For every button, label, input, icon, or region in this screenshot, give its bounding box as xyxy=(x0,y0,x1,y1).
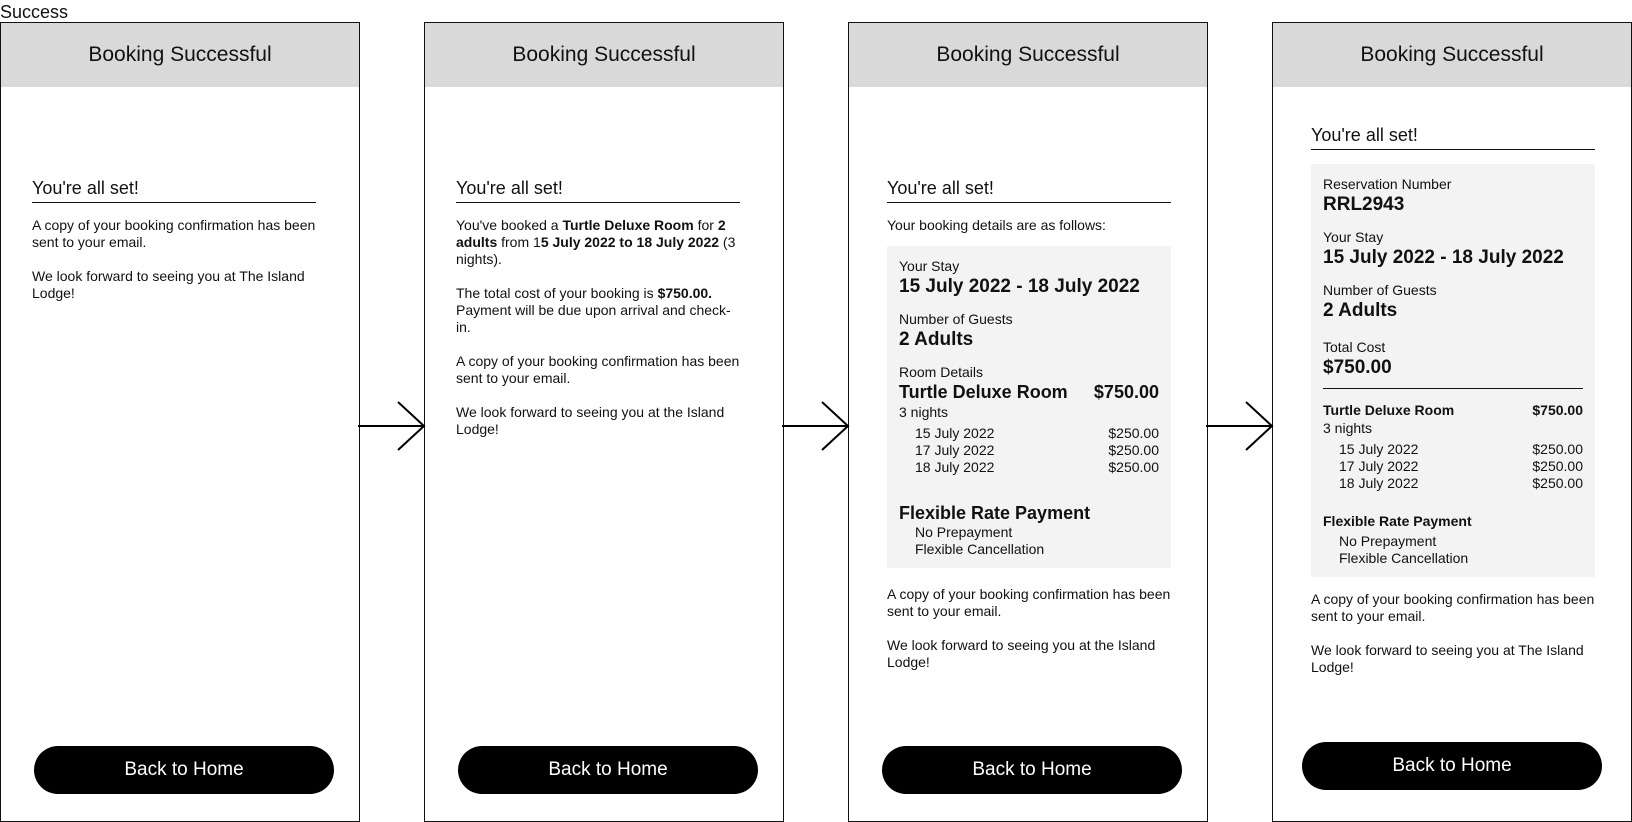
nights-count: 3 nights xyxy=(899,404,949,420)
night-price: $250.00 xyxy=(1108,425,1159,441)
heading: You're all set! xyxy=(456,176,740,203)
rate-item: Flexible Cancellation xyxy=(1339,550,1469,566)
night-row: 15 July 2022 $250.00 xyxy=(899,425,1159,442)
screen-4: Booking Successful You're all set! Reser… xyxy=(1272,22,1632,822)
total-value: $750.00 xyxy=(1323,357,1392,378)
reservation-label: Reservation Number xyxy=(1323,176,1452,192)
nights-count: 3 nights xyxy=(1323,420,1373,436)
flow-arrow-icon xyxy=(358,401,426,451)
back-to-home-button[interactable]: Back to Home xyxy=(882,746,1182,794)
screen-body: You're all set! You've booked a Turtle D… xyxy=(456,176,740,455)
booking-summary-text: You've booked a Turtle Deluxe Room for 2… xyxy=(456,217,740,268)
night-date: 15 July 2022 xyxy=(1339,441,1419,457)
heading: You're all set! xyxy=(887,176,1171,203)
night-row: 15 July 2022 $250.00 xyxy=(1323,441,1583,458)
night-price: $250.00 xyxy=(1108,442,1159,458)
room-name: Turtle Deluxe Room xyxy=(899,382,1068,402)
confirmation-text: A copy of your booking confirmation has … xyxy=(32,217,316,250)
confirmation-text: A copy of your booking confirmation has … xyxy=(456,353,740,386)
screen-header: Booking Successful xyxy=(1,23,359,87)
screen-body: You're all set! A copy of your booking c… xyxy=(32,176,316,319)
night-date: 18 July 2022 xyxy=(915,459,995,475)
screen-body: You're all set! Your booking details are… xyxy=(887,176,1171,688)
room-row: Turtle Deluxe Room $750.00 xyxy=(1323,401,1583,419)
closing-text: We look forward to seeing you at the Isl… xyxy=(456,404,725,437)
intro-text: Your booking details are as follows: xyxy=(887,217,1106,233)
closing-text: We look forward to seeing you at The Isl… xyxy=(32,268,305,301)
closing-text: We look forward to seeing you at The Isl… xyxy=(1311,642,1584,675)
confirmation-text: A copy of your booking confirmation has … xyxy=(887,586,1171,619)
stay-dates: 5 July 2022 to 18 July 2022 xyxy=(540,234,720,250)
rate-item: No Prepayment xyxy=(1339,533,1437,549)
night-row: 18 July 2022 $250.00 xyxy=(899,459,1159,476)
stay-label: Your Stay xyxy=(1323,229,1384,245)
flow-arrow-icon xyxy=(782,401,850,451)
rate-item: No Prepayment xyxy=(915,524,1013,540)
screen-header: Booking Successful xyxy=(425,23,783,87)
room-price: $750.00 xyxy=(1532,402,1583,418)
text-fragment: from 1 xyxy=(497,234,541,250)
screen-header: Booking Successful xyxy=(849,23,1207,87)
heading: You're all set! xyxy=(1311,123,1595,150)
night-date: 18 July 2022 xyxy=(1339,475,1419,491)
back-to-home-button[interactable]: Back to Home xyxy=(34,746,334,794)
booking-details-card: Your Stay 15 July 2022 - 18 July 2022 Nu… xyxy=(887,246,1171,568)
room-name: Turtle Deluxe Room xyxy=(1323,402,1455,418)
screen-2: Booking Successful You're all set! You'v… xyxy=(424,22,784,822)
page-label: Success xyxy=(0,2,69,22)
night-price: $250.00 xyxy=(1532,441,1583,457)
back-to-home-button[interactable]: Back to Home xyxy=(1302,742,1602,790)
closing-text: We look forward to seeing you at the Isl… xyxy=(887,637,1156,670)
night-row: 17 July 2022 $250.00 xyxy=(899,442,1159,459)
night-date: 17 July 2022 xyxy=(915,442,995,458)
confirmation-text: A copy of your booking confirmation has … xyxy=(1311,591,1595,624)
rate-title: Flexible Rate Payment xyxy=(1323,513,1472,529)
cost-text: The total cost of your booking is $750.0… xyxy=(456,285,740,336)
stay-label: Your Stay xyxy=(899,258,960,274)
guests-value: 2 Adults xyxy=(1323,300,1398,321)
stay-value: 15 July 2022 - 18 July 2022 xyxy=(899,276,1140,297)
heading: You're all set! xyxy=(32,176,316,203)
booking-details-card: Reservation Number RRL2943 Your Stay 15 … xyxy=(1311,164,1595,577)
screen-body: You're all set! Reservation Number RRL29… xyxy=(1311,123,1595,693)
guests-value: 2 Adults xyxy=(899,329,974,350)
screen-header: Booking Successful xyxy=(1273,23,1631,87)
night-date: 15 July 2022 xyxy=(915,425,995,441)
room-row: Turtle Deluxe Room $750.00 xyxy=(899,381,1159,403)
total-cost: $750.00. xyxy=(657,285,713,301)
night-row: 18 July 2022 $250.00 xyxy=(1323,475,1583,492)
screen-1: Booking Successful You're all set! A cop… xyxy=(0,22,360,822)
room-name: Turtle Deluxe Room xyxy=(562,217,694,233)
guests-label: Number of Guests xyxy=(899,311,1013,327)
screen-3: Booking Successful You're all set! Your … xyxy=(848,22,1208,822)
total-label: Total Cost xyxy=(1323,339,1386,355)
text-fragment: for xyxy=(693,217,718,233)
text-fragment: You've booked a xyxy=(456,217,563,233)
flow-arrow-icon xyxy=(1206,401,1274,451)
night-date: 17 July 2022 xyxy=(1339,458,1419,474)
room-price: $750.00 xyxy=(1093,382,1159,402)
room-details-label: Room Details xyxy=(899,364,984,380)
text-fragment: The total cost of your booking is xyxy=(456,285,658,301)
reservation-value: RRL2943 xyxy=(1323,194,1405,215)
guests-label: Number of Guests xyxy=(1323,282,1437,298)
divider xyxy=(1323,388,1583,389)
stay-value: 15 July 2022 - 18 July 2022 xyxy=(1323,247,1564,268)
night-price: $250.00 xyxy=(1532,458,1583,474)
night-price: $250.00 xyxy=(1532,475,1583,491)
rate-title: Flexible Rate Payment xyxy=(899,503,1091,523)
rate-item: Flexible Cancellation xyxy=(915,541,1045,557)
night-price: $250.00 xyxy=(1108,459,1159,475)
night-row: 17 July 2022 $250.00 xyxy=(1323,458,1583,475)
back-to-home-button[interactable]: Back to Home xyxy=(458,746,758,794)
text-fragment: Payment will be due upon arrival and che… xyxy=(456,302,731,335)
